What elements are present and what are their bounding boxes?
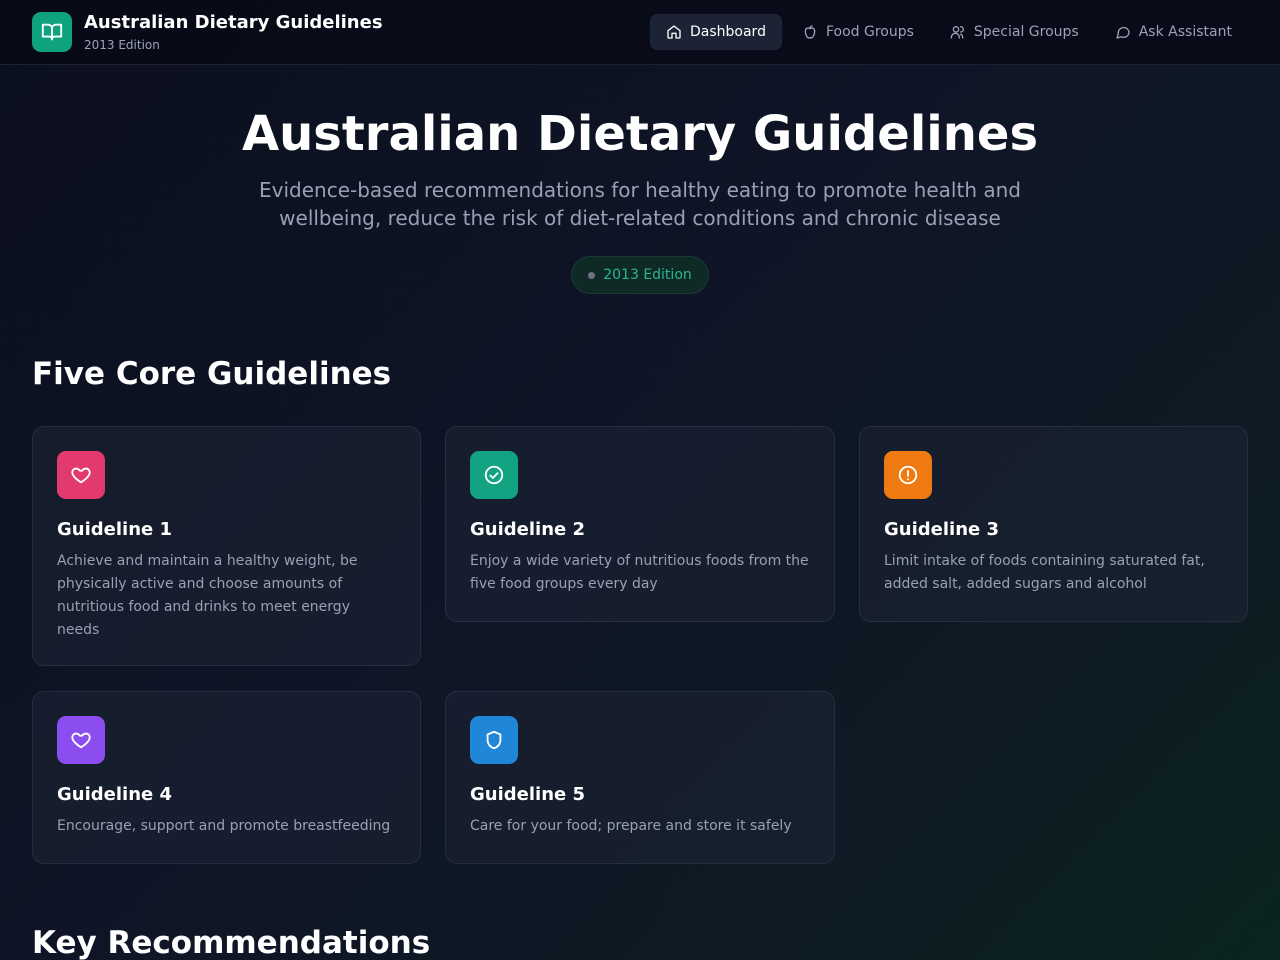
guideline-title: Guideline 2 bbox=[470, 519, 586, 540]
edition-badge-label: 2013 Edition bbox=[603, 267, 692, 283]
guideline-card-2[interactable]: Guideline 2 Enjoy a wide variety of nutr… bbox=[445, 426, 835, 622]
guideline-text: Encourage, support and promote breastfee… bbox=[57, 818, 391, 834]
status-dot bbox=[588, 271, 596, 279]
top-navigation-bar: Australian Dietary Guidelines 2013 Editi… bbox=[0, 0, 1280, 65]
guideline-title: Guideline 1 bbox=[57, 519, 173, 540]
nav-ask-assistant-label: Ask Assistant bbox=[1138, 24, 1232, 40]
main-nav: Dashboard Food Groups Special Groups Ask… bbox=[650, 14, 1252, 50]
alert-circle-icon bbox=[884, 451, 932, 499]
guideline-text: Achieve and maintain a healthy weight, b… bbox=[57, 553, 358, 638]
recommendations-section-title: Key Recommendations bbox=[32, 925, 431, 960]
nav-food-groups[interactable]: Food Groups bbox=[786, 14, 930, 50]
nav-food-groups-label: Food Groups bbox=[825, 24, 914, 40]
guideline-title: Guideline 5 bbox=[470, 784, 586, 805]
nav-dashboard-label: Dashboard bbox=[690, 24, 766, 40]
hero-description: Evidence-based recommendations for healt… bbox=[259, 178, 1021, 230]
home-icon bbox=[667, 25, 681, 39]
guideline-card-1[interactable]: Guideline 1 Achieve and maintain a healt… bbox=[32, 426, 421, 666]
book-open-icon[interactable] bbox=[32, 12, 72, 52]
guideline-title: Guideline 3 bbox=[884, 519, 1000, 540]
heart-icon bbox=[57, 451, 105, 499]
heart-icon bbox=[57, 716, 105, 764]
nav-dashboard[interactable]: Dashboard bbox=[650, 14, 782, 50]
chat-bubble-icon bbox=[1116, 26, 1130, 39]
guideline-card-3[interactable]: Guideline 3 Limit intake of foods contai… bbox=[859, 426, 1248, 622]
users-icon bbox=[950, 26, 964, 39]
nav-special-groups[interactable]: Special Groups bbox=[934, 14, 1095, 50]
apple-icon bbox=[804, 25, 816, 39]
guideline-text: Limit intake of foods containing saturat… bbox=[884, 553, 1205, 592]
guideline-text: Care for your food; prepare and store it… bbox=[470, 818, 792, 834]
brand-title: Australian Dietary Guidelines bbox=[84, 12, 383, 33]
guideline-card-5[interactable]: Guideline 5 Care for your food; prepare … bbox=[445, 691, 835, 864]
edition-badge: 2013 Edition bbox=[571, 256, 709, 294]
brand-subtitle: 2013 Edition bbox=[84, 38, 160, 52]
page-title: Australian Dietary Guidelines bbox=[241, 106, 1039, 162]
check-circle-icon bbox=[470, 451, 518, 499]
nav-special-groups-label: Special Groups bbox=[973, 24, 1079, 40]
shield-icon bbox=[470, 716, 518, 764]
guideline-card-4[interactable]: Guideline 4 Encourage, support and promo… bbox=[32, 691, 421, 864]
guideline-text: Enjoy a wide variety of nutritious foods… bbox=[470, 553, 809, 592]
nav-ask-assistant[interactable]: Ask Assistant bbox=[1099, 14, 1248, 50]
guidelines-section-title: Five Core Guidelines bbox=[32, 356, 392, 392]
guideline-title: Guideline 4 bbox=[57, 784, 173, 805]
